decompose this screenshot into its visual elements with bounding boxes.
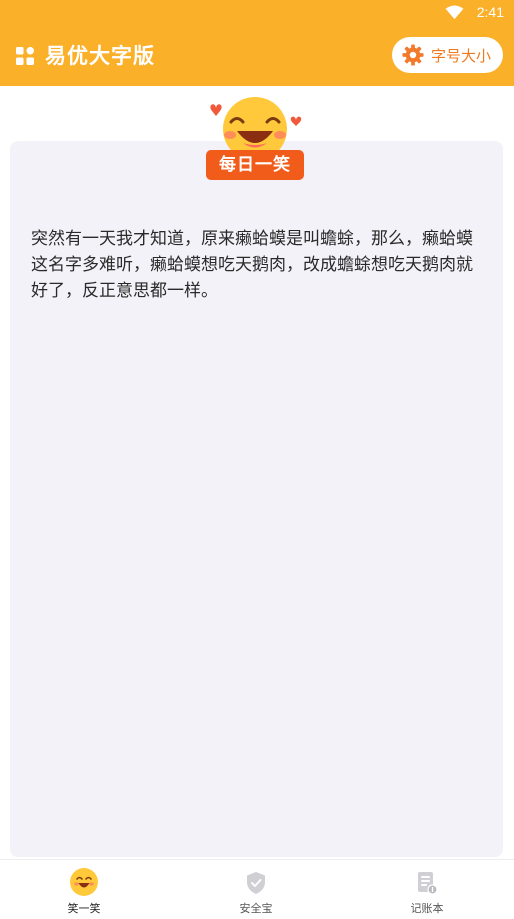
shield-icon [247, 872, 265, 894]
tab-safety[interactable]: 安全宝 [206, 860, 306, 919]
tab-smile[interactable]: 笑一笑 [34, 860, 134, 919]
status-bar: 2:41 [0, 0, 514, 26]
bottom-tab-bar: 笑一笑 安全宝 记账本 [0, 859, 514, 919]
wifi-icon [445, 5, 464, 20]
apps-grid-icon[interactable] [16, 47, 34, 65]
tab-label: 安全宝 [239, 902, 273, 915]
daily-laugh-badge: 每日一笑 [206, 150, 304, 180]
gear-icon [402, 44, 424, 66]
joke-text: 突然有一天我才知道，原来癞蛤蟆是叫蟾蜍，那么，癞蛤蟆这名字多难听，癞蛤蟆想吃天鹅… [31, 229, 473, 301]
tab-ledger[interactable]: 记账本 [377, 860, 477, 919]
ledger-icon [418, 872, 438, 895]
tab-label: 记账本 [410, 902, 444, 915]
font-size-label: 字号大小 [431, 46, 492, 65]
smile-icon [70, 868, 98, 896]
status-time: 2:41 [476, 4, 504, 20]
app-bar: 易优大字版 字号大小 [0, 26, 514, 86]
tab-label: 笑一笑 [67, 902, 101, 915]
font-size-button[interactable]: 字号大小 [392, 37, 503, 73]
app-title: 易优大字版 [45, 44, 155, 68]
